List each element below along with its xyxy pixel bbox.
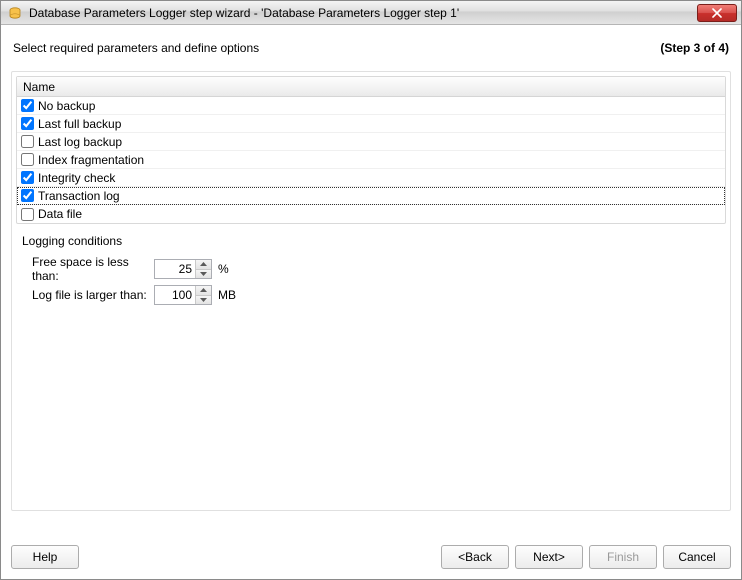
free-space-label: Free space is less than: bbox=[32, 255, 154, 283]
free-space-spinner[interactable] bbox=[154, 259, 212, 279]
list-item-checkbox[interactable] bbox=[21, 171, 34, 184]
list-item[interactable]: Last log backup bbox=[17, 133, 725, 151]
back-button[interactable]: <Back bbox=[441, 545, 509, 569]
list-item-checkbox[interactable] bbox=[21, 153, 34, 166]
wizard-header: Select required parameters and define op… bbox=[1, 25, 741, 65]
list-item-label: Index fragmentation bbox=[38, 153, 144, 167]
list-item[interactable]: No backup bbox=[17, 97, 725, 115]
conditions-title: Logging conditions bbox=[20, 234, 722, 248]
main-panel: Name No backup Last full backup Last log b… bbox=[11, 71, 731, 511]
next-button[interactable]: Next> bbox=[515, 545, 583, 569]
list-item-label: Transaction log bbox=[38, 189, 120, 203]
close-button[interactable] bbox=[697, 4, 737, 22]
logging-conditions-group: Logging conditions Free space is less th… bbox=[16, 234, 726, 308]
list-item-checkbox[interactable] bbox=[21, 135, 34, 148]
log-file-down[interactable] bbox=[196, 296, 211, 305]
list-item[interactable]: Data file bbox=[17, 205, 725, 223]
list-item[interactable]: Transaction log bbox=[17, 187, 725, 205]
list-item-checkbox[interactable] bbox=[21, 208, 34, 221]
list-column-header[interactable]: Name bbox=[17, 77, 725, 97]
free-space-row: Free space is less than: % bbox=[20, 256, 722, 282]
log-file-spinner[interactable] bbox=[154, 285, 212, 305]
app-icon bbox=[7, 5, 23, 21]
finish-button: Finish bbox=[589, 545, 657, 569]
log-file-up[interactable] bbox=[196, 286, 211, 296]
cancel-button[interactable]: Cancel bbox=[663, 545, 731, 569]
window-title: Database Parameters Logger step wizard -… bbox=[29, 6, 697, 20]
list-item-checkbox[interactable] bbox=[21, 117, 34, 130]
list-item-label: Last log backup bbox=[38, 135, 122, 149]
step-indicator: (Step 3 of 4) bbox=[660, 41, 729, 55]
list-item-label: Data file bbox=[38, 207, 82, 221]
titlebar: Database Parameters Logger step wizard -… bbox=[1, 1, 741, 25]
wizard-window: Database Parameters Logger step wizard -… bbox=[0, 0, 742, 580]
free-space-down[interactable] bbox=[196, 270, 211, 279]
free-space-input[interactable] bbox=[155, 260, 195, 278]
list-item[interactable]: Index fragmentation bbox=[17, 151, 725, 169]
free-space-unit: % bbox=[218, 262, 229, 276]
list-header-label: Name bbox=[23, 80, 55, 94]
wizard-footer: Help <Back Next> Finish Cancel bbox=[1, 539, 741, 579]
header-subtitle: Select required parameters and define op… bbox=[13, 41, 259, 55]
log-file-unit: MB bbox=[218, 288, 236, 302]
log-file-label: Log file is larger than: bbox=[32, 288, 154, 302]
list-item[interactable]: Integrity check bbox=[17, 169, 725, 187]
list-item-label: Integrity check bbox=[38, 171, 115, 185]
list-item-checkbox[interactable] bbox=[21, 189, 34, 202]
log-file-row: Log file is larger than: MB bbox=[20, 282, 722, 308]
list-item-checkbox[interactable] bbox=[21, 99, 34, 112]
list-item[interactable]: Last full backup bbox=[17, 115, 725, 133]
parameter-list: Name No backup Last full backup Last log b… bbox=[16, 76, 726, 224]
list-item-label: Last full backup bbox=[38, 117, 121, 131]
help-button[interactable]: Help bbox=[11, 545, 79, 569]
log-file-input[interactable] bbox=[155, 286, 195, 304]
free-space-up[interactable] bbox=[196, 260, 211, 270]
list-item-label: No backup bbox=[38, 99, 95, 113]
